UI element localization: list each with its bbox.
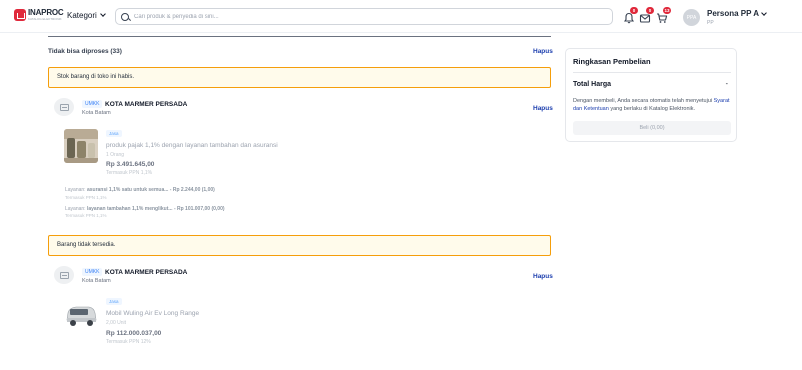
search-bar[interactable] — [115, 8, 613, 25]
hapus-all-link[interactable]: Hapus — [533, 48, 553, 55]
terms-before: Dengan membeli, Anda secara otomatis tel… — [573, 98, 714, 104]
product-price: Rp 3.491.645,00 — [106, 161, 155, 168]
logo-mark-icon — [14, 9, 26, 21]
terms-after: yang berlaku di Katalog Elektronik. — [608, 106, 696, 112]
service-detail: asuransi 1,1% satu untuk semua... - Rp 2… — [86, 187, 215, 193]
summary-title: Ringkasan Pembelian — [573, 57, 651, 66]
store-location: Kota Batam — [82, 110, 111, 116]
store-name[interactable]: KOTA MARMER PERSADA — [105, 269, 187, 276]
service-ppn: Termasuk PPN 1,1% — [65, 213, 107, 218]
notification-button[interactable]: 0 — [623, 7, 638, 24]
product-tag: Jasa — [106, 130, 122, 137]
buy-button[interactable]: Beli (0,00) — [573, 121, 731, 135]
top-header: INAPROC KATALOG ELEKTRONIK Kategori 0 0 … — [0, 0, 802, 33]
cart-button[interactable]: 13 — [656, 7, 671, 23]
store-avatar — [54, 98, 74, 116]
service-detail: layanan tambahan 1,1% menglikut... - Rp … — [86, 206, 225, 212]
product-image — [64, 298, 98, 332]
product-name[interactable]: Mobil Wuling Air Ev Long Range — [106, 310, 199, 317]
product-image — [64, 129, 98, 163]
terms-text: Dengan membeli, Anda secara otomatis tel… — [573, 97, 733, 113]
service-prefix: Layanan: — [65, 206, 86, 212]
product-thumbnail[interactable] — [64, 129, 98, 163]
mail-button[interactable]: 0 — [639, 7, 654, 23]
store-avatar — [54, 266, 74, 284]
store-location: Kota Batam — [82, 278, 111, 284]
product-thumbnail[interactable] — [64, 298, 98, 332]
service-ppn: Termasuk PPN 1,1% — [65, 195, 107, 200]
service-prefix: Layanan: — [65, 187, 86, 193]
product-ppn: Termasuk PPN 12% — [106, 339, 151, 345]
service-line: Layanan: asuransi 1,1% satu untuk semua.… — [65, 187, 215, 193]
product-tag: Jasa — [106, 298, 122, 305]
logo-subtitle: KATALOG ELEKTRONIK — [28, 17, 62, 21]
kategori-dropdown[interactable]: Kategori — [67, 11, 106, 20]
product-price: Rp 112.000.037,00 — [106, 330, 162, 337]
section-title: Tidak bisa diproses (33) — [48, 48, 122, 55]
cart-badge: 13 — [663, 7, 671, 14]
store-icon — [59, 103, 69, 111]
mail-badge: 0 — [646, 7, 654, 14]
alert-stock-empty: Stok barang di toko ini habis. — [48, 67, 551, 88]
divider — [573, 72, 731, 73]
notification-badge: 0 — [630, 7, 638, 14]
inaproc-logo[interactable]: INAPROC KATALOG ELEKTRONIK — [14, 9, 64, 21]
umkk-badge: UMKK — [82, 268, 103, 276]
chevron-down-icon[interactable] — [761, 10, 767, 16]
user-role: PP — [707, 20, 714, 26]
logo-title: INAPROC — [28, 8, 64, 17]
product-qty: 2,00 Unit — [106, 320, 127, 326]
total-label: Total Harga — [573, 81, 611, 88]
product-qty: 1 Orang — [106, 152, 125, 158]
hapus-store-link[interactable]: Hapus — [533, 273, 553, 280]
product-ppn: Termasuk PPN 1,1% — [106, 170, 153, 176]
divider — [48, 36, 551, 37]
store-icon — [59, 271, 69, 279]
summary-card: Ringkasan Pembelian Total Harga - Dengan… — [565, 48, 737, 142]
search-icon — [121, 12, 129, 21]
product-name[interactable]: produk pajak 1,1% dengan layanan tambaha… — [106, 142, 278, 149]
store-name[interactable]: KOTA MARMER PERSADA — [105, 101, 187, 108]
service-line: Layanan: layanan tambahan 1,1% menglikut… — [65, 206, 225, 212]
umkk-badge: UMKK — [82, 100, 103, 108]
hapus-store-link[interactable]: Hapus — [533, 105, 553, 112]
chevron-down-icon — [99, 11, 106, 17]
avatar[interactable]: PPA — [683, 9, 700, 26]
user-name[interactable]: Persona PP A — [707, 9, 759, 18]
search-input[interactable] — [134, 13, 604, 20]
alert-unavailable: Barang tidak tersedia. — [48, 235, 551, 256]
total-value: - — [725, 81, 728, 88]
kategori-label: Kategori — [67, 11, 97, 20]
